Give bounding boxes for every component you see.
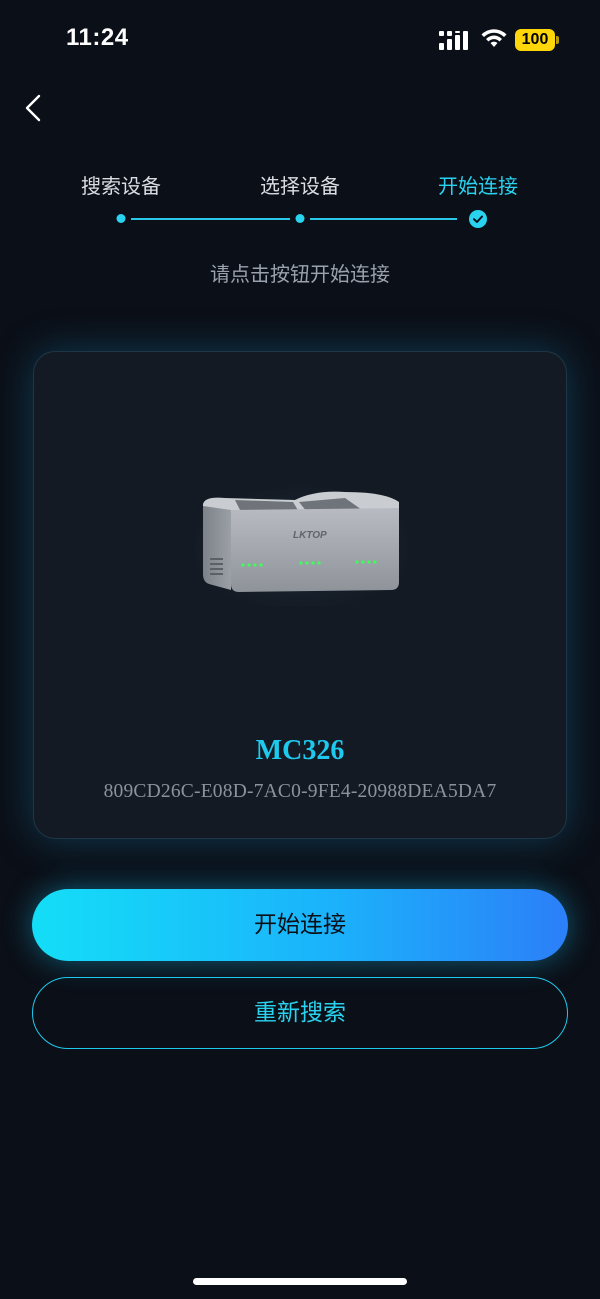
step-search-device: 搜索设备 [81,174,161,198]
step-line-1 [131,218,290,220]
status-bar: 11:24 100 [0,0,600,80]
connection-stepper: 搜索设备 选择设备 开始连接 [0,165,600,235]
step-line-2 [310,218,457,220]
step-start-connect: 开始连接 [438,174,518,198]
cellular-signal-icon [439,31,468,50]
wifi-icon [481,29,507,47]
chevron-left-icon [25,94,41,122]
step-check-icon [469,210,487,228]
battery-indicator: 100 [515,29,555,51]
device-id: 809CD26C-E08D-7AC0-9FE4-20988DEA5DA7 [103,781,497,802]
device-brand-text: LKTOP [293,530,327,541]
instruction-text: 请点击按钮开始连接 [210,262,390,286]
charging-case-image: LKTOP [195,486,407,606]
device-card: LKTOP MC326 809CD26C-E08D-7AC0-9FE4-2098… [33,351,567,839]
battery-tip [556,36,559,44]
status-time: 11:24 [66,24,129,51]
back-button[interactable] [18,88,54,128]
device-name: MC326 [255,735,345,766]
home-indicator[interactable] [193,1278,407,1285]
step-dot-1 [116,214,126,223]
start-connect-button[interactable]: 开始连接 [32,889,568,961]
step-dot-2 [295,214,305,223]
rescan-button[interactable]: 重新搜索 [32,977,568,1049]
step-select-device: 选择设备 [260,174,340,198]
